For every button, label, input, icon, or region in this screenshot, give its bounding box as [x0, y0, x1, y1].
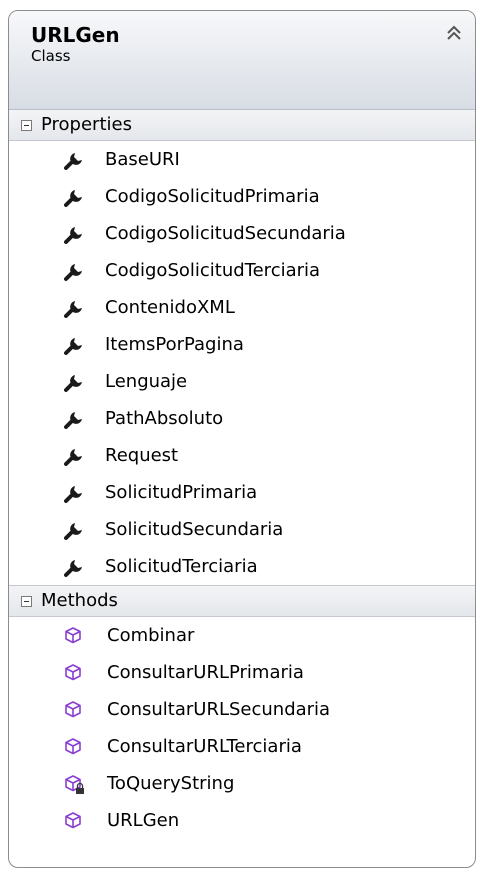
method-item[interactable]: ToQueryString	[9, 765, 475, 802]
property-item[interactable]: Lenguaje	[9, 363, 475, 400]
method-label: URLGen	[107, 809, 180, 831]
private-method-cube-icon	[65, 774, 84, 794]
property-item[interactable]: BaseURI	[9, 141, 475, 178]
methods-list: Combinar ConsultarURLPrimaria ConsultarURL…	[9, 617, 475, 839]
method-item[interactable]: Combinar	[9, 617, 475, 654]
property-label: SolicitudTerciaria	[105, 555, 258, 577]
class-stereotype: Class	[31, 47, 71, 65]
wrench-property-icon	[64, 559, 82, 577]
method-label: ConsultarURLPrimaria	[107, 661, 304, 683]
property-item[interactable]: CodigoSolicitudTerciaria	[9, 252, 475, 289]
method-item[interactable]: ConsultarURLSecundaria	[9, 691, 475, 728]
method-label: ConsultarURLTerciaria	[107, 735, 302, 757]
property-item[interactable]: ContenidoXML	[9, 289, 475, 326]
property-item[interactable]: ItemsPorPagina	[9, 326, 475, 363]
wrench-property-icon	[64, 448, 82, 466]
property-label: SolicitudSecundaria	[105, 518, 284, 540]
property-item[interactable]: CodigoSolicitudSecundaria	[9, 215, 475, 252]
method-item[interactable]: ConsultarURLTerciaria	[9, 728, 475, 765]
methods-section-title: Methods	[41, 590, 118, 611]
properties-section-title: Properties	[41, 114, 132, 135]
property-label: Request	[105, 444, 179, 466]
property-item[interactable]: PathAbsoluto	[9, 400, 475, 437]
property-label: Lenguaje	[105, 370, 188, 392]
property-item[interactable]: SolicitudTerciaria	[9, 548, 475, 585]
property-item[interactable]: CodigoSolicitudPrimaria	[9, 178, 475, 215]
collapse-toggle-icon[interactable]	[21, 119, 32, 131]
property-item[interactable]: SolicitudPrimaria	[9, 474, 475, 511]
wrench-property-icon	[64, 152, 82, 170]
wrench-property-icon	[64, 226, 82, 244]
property-label: BaseURI	[105, 148, 180, 170]
class-header: URLGen Class	[9, 11, 475, 110]
property-label: ItemsPorPagina	[105, 333, 244, 355]
property-item[interactable]: SolicitudSecundaria	[9, 511, 475, 548]
property-label: SolicitudPrimaria	[105, 481, 258, 503]
class-name: URLGen	[31, 23, 120, 47]
method-label: Combinar	[107, 624, 195, 646]
wrench-property-icon	[64, 300, 82, 318]
property-label: CodigoSolicitudSecundaria	[105, 222, 346, 244]
method-item[interactable]: ConsultarURLPrimaria	[9, 654, 475, 691]
property-label: CodigoSolicitudPrimaria	[105, 185, 320, 207]
method-cube-icon	[65, 663, 81, 680]
method-cube-icon	[65, 737, 81, 754]
class-diagram-box[interactable]: URLGen Class Properties BaseURI CodigoSol…	[8, 10, 476, 868]
wrench-property-icon	[64, 189, 82, 207]
wrench-property-icon	[64, 374, 82, 392]
method-item[interactable]: URLGen	[9, 802, 475, 839]
property-label: CodigoSolicitudTerciaria	[105, 259, 321, 281]
properties-section-header[interactable]: Properties	[9, 110, 475, 141]
collapse-toggle-icon[interactable]	[21, 595, 32, 607]
wrench-property-icon	[64, 522, 82, 540]
properties-list: BaseURI CodigoSolicitudPrimaria CodigoSoli…	[9, 141, 475, 585]
wrench-property-icon	[64, 263, 82, 281]
property-label: PathAbsoluto	[105, 407, 224, 429]
method-label: ConsultarURLSecundaria	[107, 698, 331, 720]
collapse-chevron-icon[interactable]	[443, 23, 465, 45]
method-cube-icon	[65, 626, 81, 643]
wrench-property-icon	[64, 337, 82, 355]
property-item[interactable]: Request	[9, 437, 475, 474]
wrench-property-icon	[64, 485, 82, 503]
wrench-property-icon	[64, 411, 82, 429]
property-label: ContenidoXML	[105, 296, 235, 318]
methods-section-header[interactable]: Methods	[9, 585, 475, 617]
method-cube-icon	[65, 811, 81, 828]
method-cube-icon	[65, 700, 81, 717]
method-label: ToQueryString	[107, 772, 235, 794]
